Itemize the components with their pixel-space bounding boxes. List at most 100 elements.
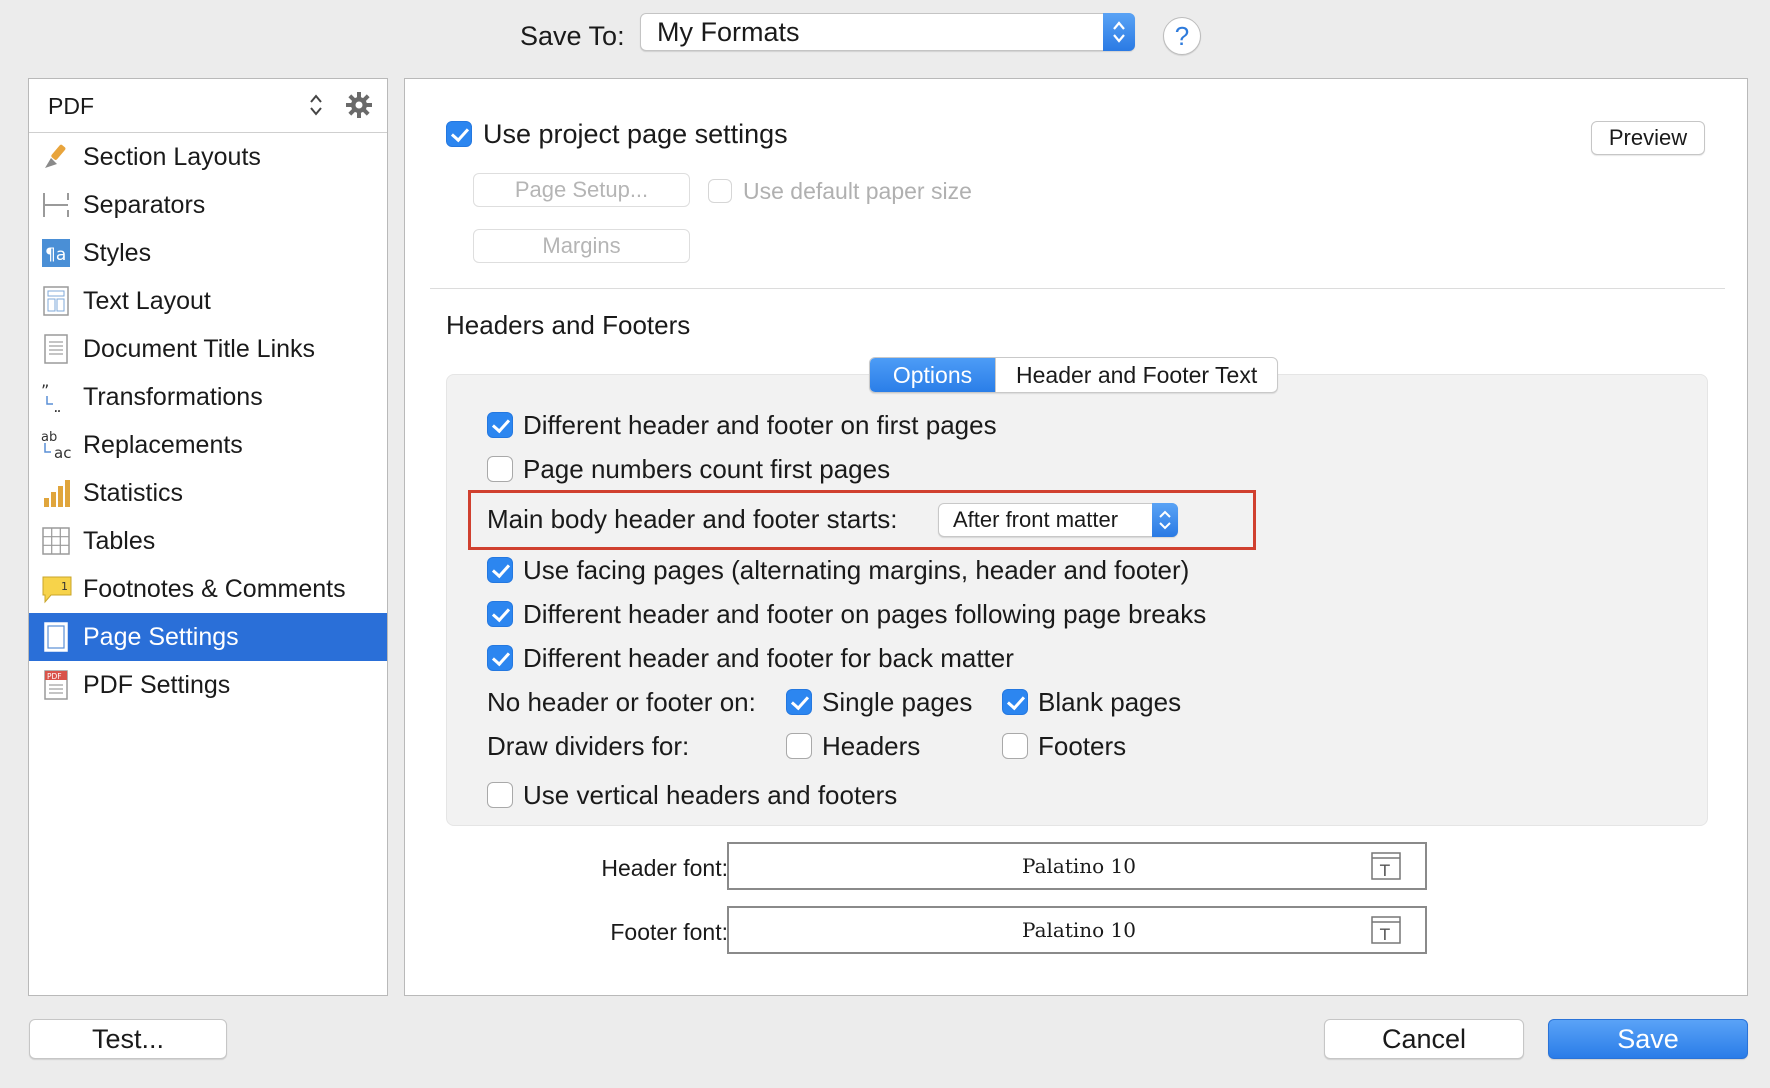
sidebar-item-label: Footnotes & Comments xyxy=(83,575,346,603)
font-panel-icon[interactable]: T xyxy=(1371,852,1401,885)
replacements-icon: ab ac xyxy=(41,430,71,462)
sidebar-item-transformations[interactable]: ” „ Transformations xyxy=(29,373,387,421)
footers-divider-label: Footers xyxy=(1038,731,1127,761)
draw-dividers-for-label: Draw dividers for: xyxy=(487,731,690,761)
sidebar-item-label: Replacements xyxy=(83,431,243,459)
svg-text:T: T xyxy=(1379,925,1390,944)
single-pages-checkbox[interactable] xyxy=(786,689,812,715)
vertical-headers-checkbox[interactable] xyxy=(487,782,513,808)
use-project-page-settings-checkbox[interactable] xyxy=(446,121,472,147)
sidebar: PDF Section Layouts Separators ¶a Styles… xyxy=(28,78,388,996)
page-setup-button[interactable]: Page Setup... xyxy=(473,173,690,207)
blank-pages-label: Blank pages xyxy=(1038,687,1182,717)
save-button[interactable]: Save xyxy=(1548,1019,1748,1059)
footer-font-label: Footer font: xyxy=(610,919,728,945)
cancel-button[interactable]: Cancel xyxy=(1324,1019,1524,1059)
no-header-footer-on-label: No header or footer on: xyxy=(487,687,756,717)
divider xyxy=(430,288,1725,289)
diff-following-breaks-checkbox[interactable] xyxy=(487,601,513,627)
headers-divider-checkbox[interactable] xyxy=(786,733,812,759)
facing-pages-label: Use facing pages (alternating margins, h… xyxy=(523,555,1190,585)
sidebar-item-separators[interactable]: Separators xyxy=(29,181,387,229)
sidebar-item-styles[interactable]: ¶a Styles xyxy=(29,229,387,277)
footnote-icon: 1 xyxy=(41,574,72,604)
sidebar-item-page-settings[interactable]: Page Settings xyxy=(29,613,387,661)
svg-text:T: T xyxy=(1379,861,1390,880)
sidebar-item-label: Document Title Links xyxy=(83,335,316,363)
diff-first-pages-checkbox[interactable] xyxy=(487,412,513,438)
chevron-updown-icon[interactable] xyxy=(309,93,323,122)
use-default-paper-size-label: Use default paper size xyxy=(743,178,972,204)
brush-icon xyxy=(41,142,71,172)
diff-first-pages-label: Different header and footer on first pag… xyxy=(523,410,997,440)
save-to-label: Save To: xyxy=(520,21,625,51)
facing-pages-checkbox[interactable] xyxy=(487,557,513,583)
vertical-headers-label: Use vertical headers and footers xyxy=(523,780,898,810)
bar-chart-icon xyxy=(41,478,71,508)
sidebar-item-replacements[interactable]: ab ac Replacements xyxy=(29,421,387,469)
footers-divider-checkbox[interactable] xyxy=(1002,733,1028,759)
pdf-icon: PDF xyxy=(41,670,71,700)
footer-font-field[interactable]: Palatino 10 T xyxy=(727,906,1427,954)
svg-text:ac: ac xyxy=(54,444,71,460)
margins-button[interactable]: Margins xyxy=(473,229,690,263)
format-selector[interactable]: PDF xyxy=(29,79,387,133)
sidebar-item-label: Tables xyxy=(83,527,156,555)
tab-options[interactable]: Options xyxy=(870,358,995,392)
sidebar-item-pdf-settings[interactable]: PDF PDF Settings xyxy=(29,661,387,709)
page-settings-panel: Use project page settings Preview Page S… xyxy=(404,78,1748,996)
diff-following-breaks-label: Different header and footer on pages fol… xyxy=(523,599,1207,629)
svg-text:1: 1 xyxy=(61,580,68,593)
sidebar-item-label: Separators xyxy=(83,191,206,219)
svg-text:„: „ xyxy=(53,397,61,412)
svg-text:PDF: PDF xyxy=(47,672,62,681)
sidebar-item-label: Text Layout xyxy=(83,287,211,315)
preview-button[interactable]: Preview xyxy=(1591,121,1705,155)
main-body-starts-value: After front matter xyxy=(953,507,1119,532)
table-icon xyxy=(41,526,71,556)
gear-icon[interactable] xyxy=(345,91,373,124)
test-button[interactable]: Test... xyxy=(29,1019,227,1059)
styles-icon: ¶a xyxy=(41,238,71,268)
text-layout-icon xyxy=(41,286,71,316)
sidebar-item-tables[interactable]: Tables xyxy=(29,517,387,565)
svg-text:ab: ab xyxy=(41,430,57,445)
sidebar-item-label: PDF Settings xyxy=(83,671,231,699)
sidebar-item-label: Statistics xyxy=(83,479,184,507)
sidebar-item-label: Styles xyxy=(83,239,152,267)
format-label: PDF xyxy=(48,93,94,119)
blank-pages-checkbox[interactable] xyxy=(1002,689,1028,715)
help-button[interactable]: ? xyxy=(1163,17,1201,55)
chevron-updown-icon xyxy=(1152,503,1178,537)
quotes-icon: ” „ xyxy=(41,381,71,416)
separators-icon xyxy=(41,190,71,220)
headers-divider-label: Headers xyxy=(822,731,921,761)
sidebar-item-section-layouts[interactable]: Section Layouts xyxy=(29,133,387,181)
document-icon xyxy=(41,334,71,364)
main-body-starts-label: Main body header and footer starts: xyxy=(487,504,898,534)
svg-text:¶a: ¶a xyxy=(45,245,66,265)
font-panel-icon[interactable]: T xyxy=(1371,916,1401,949)
sidebar-list: Section Layouts Separators ¶a Styles Tex… xyxy=(29,133,387,709)
sidebar-item-label: Transformations xyxy=(83,383,263,411)
tab-header-footer-text[interactable]: Header and Footer Text xyxy=(995,358,1277,392)
header-font-value: Palatino 10 xyxy=(1022,854,1136,878)
header-font-field[interactable]: Palatino 10 T xyxy=(727,842,1427,890)
sidebar-item-document-title-links[interactable]: Document Title Links xyxy=(29,325,387,373)
header-font-label: Header font: xyxy=(601,855,728,881)
sidebar-item-footnotes-comments[interactable]: 1 Footnotes & Comments xyxy=(29,565,387,613)
page-numbers-count-first-checkbox[interactable] xyxy=(487,456,513,482)
sidebar-item-label: Page Settings xyxy=(83,623,239,651)
sidebar-item-text-layout[interactable]: Text Layout xyxy=(29,277,387,325)
use-default-paper-size-checkbox[interactable] xyxy=(708,179,732,203)
use-project-page-settings-label: Use project page settings xyxy=(483,119,788,149)
page-icon xyxy=(41,622,71,652)
sidebar-item-statistics[interactable]: Statistics xyxy=(29,469,387,517)
sidebar-item-label: Section Layouts xyxy=(83,143,261,171)
save-to-select[interactable]: My Formats xyxy=(640,13,1135,51)
diff-back-matter-checkbox[interactable] xyxy=(487,645,513,671)
page-numbers-count-first-label: Page numbers count first pages xyxy=(523,454,891,484)
diff-back-matter-label: Different header and footer for back mat… xyxy=(523,643,1014,673)
main-body-starts-select[interactable]: After front matter xyxy=(938,503,1178,537)
headers-footers-tabs: Options Header and Footer Text xyxy=(869,357,1279,393)
